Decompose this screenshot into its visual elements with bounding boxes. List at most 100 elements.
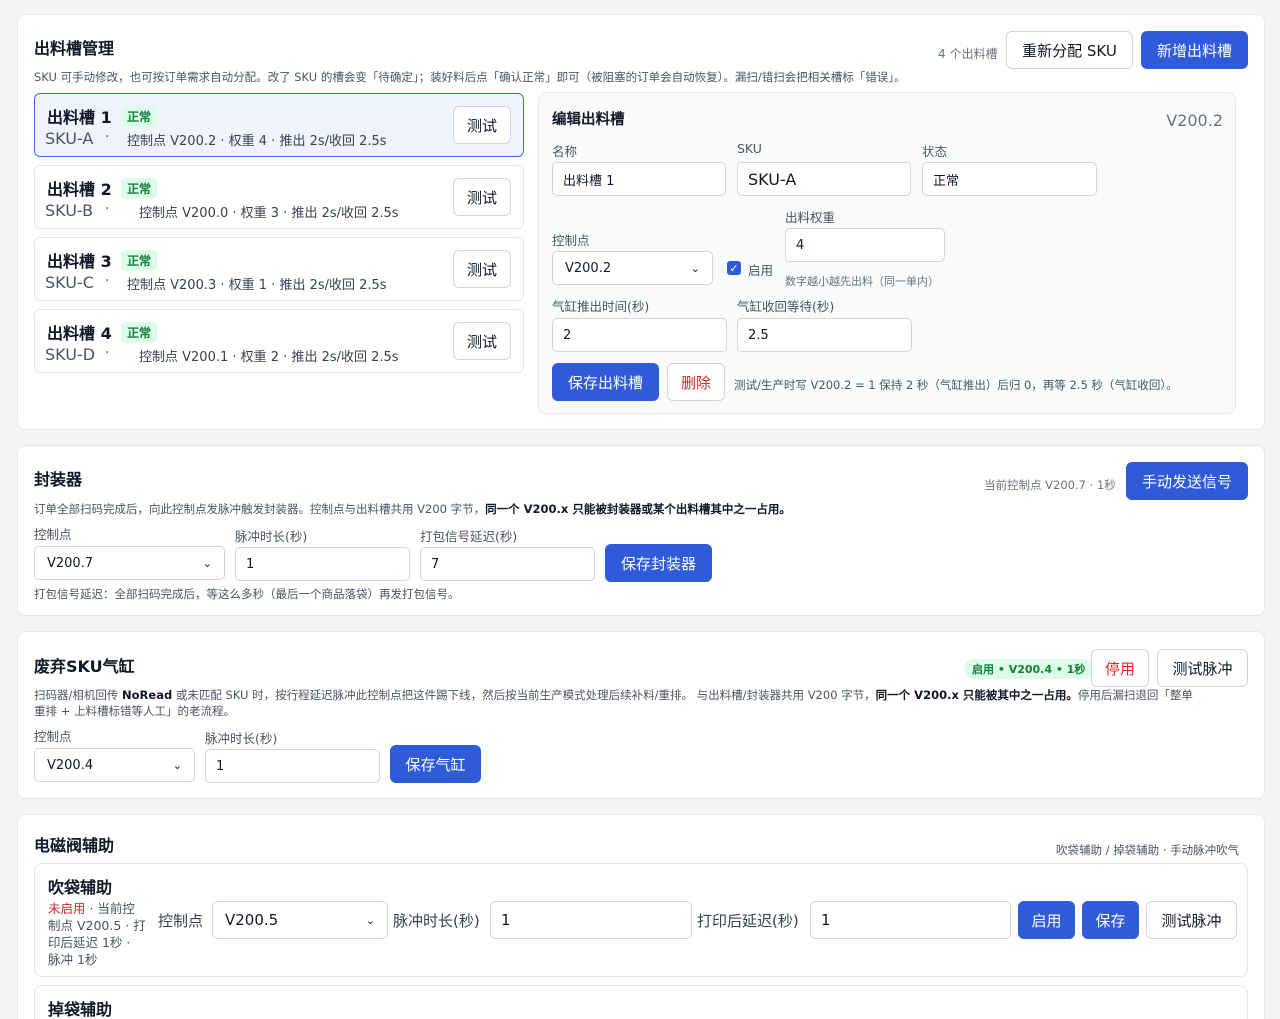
enable-checkbox[interactable]: ✓ bbox=[727, 261, 741, 275]
valve-summary: 吹袋辅助 / 掉袋辅助 · 手动脉冲吹气 bbox=[1056, 843, 1240, 857]
chevron-down-icon: ⌄ bbox=[202, 556, 212, 570]
chevron-down-icon: ⌄ bbox=[172, 758, 182, 772]
sealer-current: 当前控制点 V200.7 · 1秒 bbox=[984, 478, 1116, 492]
status-badge: 正常 bbox=[121, 250, 158, 271]
slot-separator: · bbox=[105, 201, 110, 217]
control-point-select[interactable]: V200.2 ⌄ bbox=[552, 251, 713, 285]
slot-item-1[interactable]: 出料槽 1 正常 SKU-A · 控制点 V200.2 · 权重 4 · 推出 … bbox=[34, 93, 524, 157]
state-field[interactable]: 正常 bbox=[922, 162, 1097, 196]
slot-sku: SKU-D bbox=[45, 345, 96, 364]
sealer-control-select[interactable]: V200.7 ⌄ bbox=[34, 546, 225, 580]
slot-separator: · bbox=[105, 129, 110, 145]
reject-desc-text: 扫码器/相机回传 bbox=[34, 688, 123, 702]
blow-control-select[interactable]: V200.5 ⌄ bbox=[212, 901, 388, 939]
slot-item-3[interactable]: 出料槽 3 正常 SKU-C · 控制点 V200.3 · 权重 1 · 推出 … bbox=[34, 237, 524, 301]
slot-count: 4 个出料槽 bbox=[938, 47, 998, 61]
blow-enable-button[interactable]: 启用 bbox=[1018, 901, 1075, 939]
name-label: 名称 bbox=[552, 144, 578, 159]
blow-delay-label: 打印后延迟(秒) bbox=[697, 912, 799, 930]
enable-label: 启用 bbox=[748, 263, 774, 278]
valve-title: 电磁阀辅助 bbox=[34, 836, 115, 855]
blow-assist-panel: 吹袋辅助 未启用 · 当前控 制点 V200.5 · 打 印后延迟 1秒 · 脉… bbox=[34, 863, 1248, 977]
drop-assist-panel: 掉袋辅助 bbox=[34, 985, 1248, 1019]
status-badge: 正常 bbox=[121, 322, 158, 343]
slot-test-button[interactable]: 测试 bbox=[453, 250, 511, 288]
slot-sku: SKU-C bbox=[45, 273, 94, 292]
reject-status-pill: 启用 • V200.4 • 1秒 bbox=[964, 659, 1094, 679]
save-sealer-button[interactable]: 保存封装器 bbox=[605, 544, 712, 582]
reject-title: 废弃SKU气缸 bbox=[34, 657, 135, 676]
reject-cylinder-card: 废弃SKU气缸 启用 • V200.4 • 1秒 停用 测试脉冲 扫码器/相机回… bbox=[17, 631, 1265, 799]
sealer-description: 订单全部扫码完成后，向此控制点发脉冲触发封装器。控制点与出料槽共用 V200 字… bbox=[34, 501, 791, 517]
sealer-delay-field[interactable]: 7 bbox=[420, 547, 595, 581]
test-pulse-button[interactable]: 测试脉冲 bbox=[1157, 649, 1248, 687]
weight-hint: 数字越小越先出料（同一单内） bbox=[785, 275, 939, 288]
reject-description-line2: 重排 + 上料槽标错等人工」的老流程。 bbox=[34, 704, 235, 718]
slot-item-2[interactable]: 出料槽 2 正常 SKU-B · 控制点 V200.0 · 权重 3 · 推出 … bbox=[34, 165, 524, 229]
add-slot-button[interactable]: 新增出料槽 bbox=[1141, 31, 1248, 69]
reassign-sku-button[interactable]: 重新分配 SKU bbox=[1006, 31, 1133, 69]
slot-info: 控制点 V200.3 · 权重 1 · 推出 2s/收回 2.5s bbox=[127, 278, 387, 293]
slot-info: 控制点 V200.2 · 权重 4 · 推出 2s/收回 2.5s bbox=[127, 134, 387, 149]
retract-wait-field[interactable]: 2.5 bbox=[737, 318, 912, 352]
blow-status-badge: 未启用 bbox=[48, 901, 86, 916]
edit-panel-title: 编辑出料槽 bbox=[552, 112, 625, 128]
sealer-pulse-field[interactable]: 1 bbox=[235, 547, 410, 581]
status-badge: 正常 bbox=[121, 106, 158, 127]
reject-control-value: V200.4 bbox=[47, 757, 94, 773]
slot-sku: SKU-B bbox=[45, 201, 94, 220]
sku-label: SKU bbox=[737, 141, 762, 156]
control-point-label: 控制点 bbox=[552, 233, 590, 248]
disable-reject-button[interactable]: 停用 bbox=[1091, 649, 1149, 687]
sealer-desc-bold: 同一个 V200.x 只能被封装器或某个出料槽其中之一占用。 bbox=[485, 502, 791, 516]
slot-item-4[interactable]: 出料槽 4 正常 SKU-D · 控制点 V200.1 · 权重 2 · 推出 … bbox=[34, 309, 524, 373]
blow-test-pulse-button[interactable]: 测试脉冲 bbox=[1146, 901, 1237, 939]
blow-pulse-label: 脉冲时长(秒) bbox=[393, 912, 480, 930]
drop-assist-title: 掉袋辅助 bbox=[48, 1000, 113, 1019]
control-point-value: V200.2 bbox=[565, 260, 612, 276]
name-field[interactable]: 出料槽 1 bbox=[552, 162, 726, 196]
blow-save-button[interactable]: 保存 bbox=[1082, 901, 1139, 939]
slot-sku: SKU-A bbox=[45, 129, 94, 148]
state-label: 状态 bbox=[922, 144, 948, 159]
status-badge: 正常 bbox=[121, 178, 158, 199]
reject-control-label: 控制点 bbox=[34, 729, 72, 744]
reject-pulse-field[interactable]: 1 bbox=[205, 749, 380, 783]
slot-separator: · bbox=[105, 273, 110, 289]
delete-slot-button[interactable]: 删除 bbox=[667, 363, 725, 401]
manual-send-signal-button[interactable]: 手动发送信号 bbox=[1126, 462, 1248, 500]
slot-test-button[interactable]: 测试 bbox=[453, 178, 511, 216]
sealer-desc-text: 订单全部扫码完成后，向此控制点发脉冲触发封装器。控制点与出料槽共用 V200 字… bbox=[34, 502, 486, 516]
blow-control-value: V200.5 bbox=[225, 911, 279, 929]
reject-desc-bold: NoRead bbox=[122, 688, 173, 702]
weight-field[interactable]: 4 bbox=[785, 228, 945, 262]
valve-assist-card: 电磁阀辅助 吹袋辅助 / 掉袋辅助 · 手动脉冲吹气 吹袋辅助 未启用 · 当前… bbox=[17, 814, 1265, 1019]
edit-slot-panel: 编辑出料槽 V200.2 名称 出料槽 1 SKU SKU-A 状态 正常 控制… bbox=[538, 92, 1236, 414]
sealer-control-value: V200.7 bbox=[47, 555, 94, 571]
slots-title: 出料槽管理 bbox=[34, 39, 115, 58]
blow-delay-field[interactable]: 1 bbox=[810, 901, 1011, 939]
slot-write-hint: 测试/生产时写 V200.2 = 1 保持 2 秒（气缸推出）后归 0，再等 2… bbox=[734, 378, 1178, 392]
slot-test-button[interactable]: 测试 bbox=[453, 322, 511, 360]
blow-control-label: 控制点 bbox=[158, 912, 204, 930]
reject-desc-text: 或未匹配 SKU 时，按行程延迟脉冲此控制点把这件踢下线，然后按当前生产模式处理… bbox=[172, 688, 876, 702]
slot-info: 控制点 V200.0 · 权重 3 · 推出 2s/收回 2.5s bbox=[139, 206, 399, 221]
slots-description: SKU 可手动修改，也可按订单需求自动分配。改了 SKU 的槽会变「待确定」；装… bbox=[34, 70, 906, 84]
push-time-field[interactable]: 2 bbox=[552, 318, 727, 352]
edit-panel-address: V200.2 bbox=[1166, 111, 1223, 130]
sku-field[interactable]: SKU-A bbox=[737, 162, 911, 196]
sealer-delay-label: 打包信号延迟(秒) bbox=[420, 529, 518, 544]
blow-pulse-field[interactable]: 1 bbox=[490, 901, 692, 939]
slot-test-button[interactable]: 测试 bbox=[453, 106, 511, 144]
slot-name: 出料槽 4 bbox=[47, 324, 112, 343]
save-cylinder-button[interactable]: 保存气缸 bbox=[390, 745, 481, 783]
blow-status-text: · 当前控 bbox=[85, 901, 135, 916]
sealer-control-label: 控制点 bbox=[34, 527, 72, 542]
reject-desc-text: 停用后漏扫退回「整单 bbox=[1077, 688, 1193, 702]
save-slot-button[interactable]: 保存出料槽 bbox=[552, 363, 659, 401]
blow-assist-title: 吹袋辅助 bbox=[48, 878, 113, 897]
sealer-hint: 打包信号延迟：全部扫码完成后，等这么多秒（最后一个商品落袋）再发打包信号。 bbox=[34, 587, 460, 601]
reject-control-select[interactable]: V200.4 ⌄ bbox=[34, 748, 195, 782]
chevron-down-icon: ⌄ bbox=[690, 261, 700, 275]
slot-separator: · bbox=[105, 345, 110, 361]
